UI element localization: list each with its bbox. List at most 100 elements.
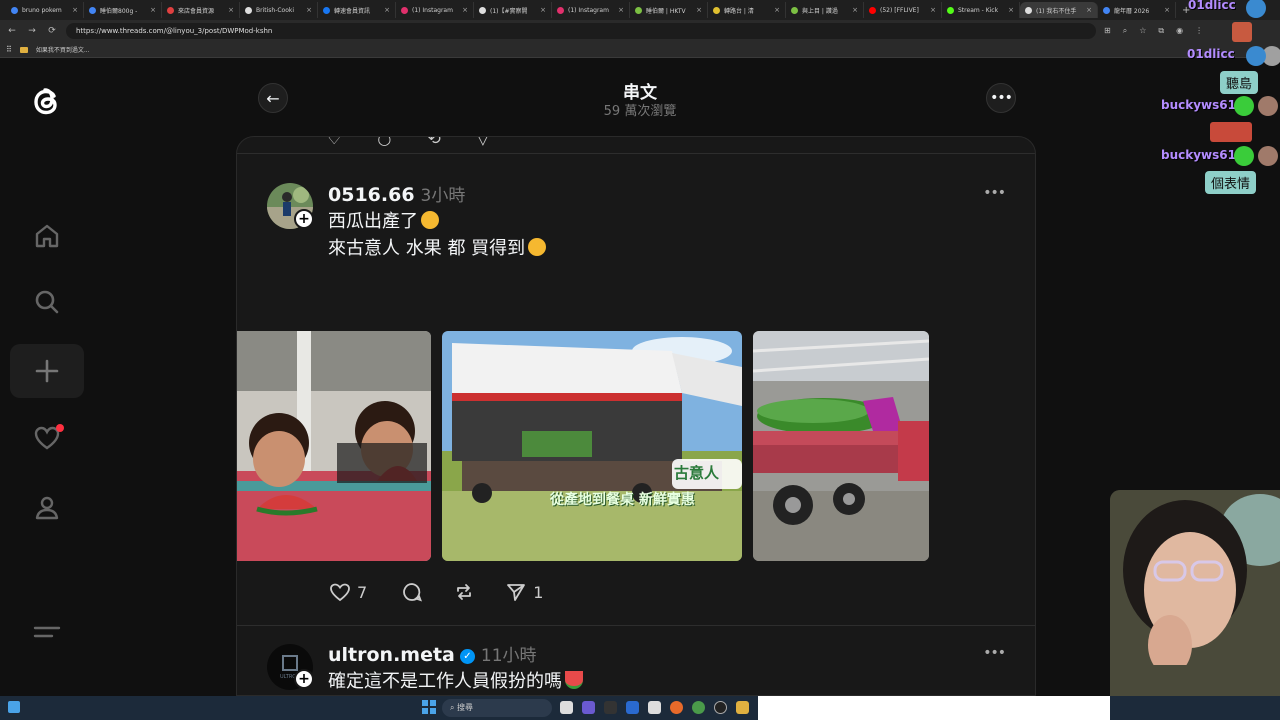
reload-icon[interactable]: ⟳ — [46, 26, 58, 36]
browser-tab[interactable]: 轉速會員資訊 × — [318, 2, 396, 18]
like-button[interactable]: 7 — [329, 581, 367, 603]
search-nav[interactable] — [10, 275, 84, 329]
tab-close-icon[interactable]: × — [540, 6, 546, 14]
create-nav[interactable] — [10, 344, 84, 398]
tab-close-icon[interactable]: × — [1086, 6, 1092, 14]
tab-close-icon[interactable]: × — [852, 6, 858, 14]
chat-badge-icon — [1246, 46, 1266, 66]
bookmark-star-icon[interactable]: ☆ — [1139, 26, 1146, 36]
header-more-button[interactable]: ••• — [986, 83, 1016, 113]
post-author[interactable]: 0516.66 3小時 — [328, 181, 465, 206]
home-nav[interactable] — [10, 209, 84, 263]
task-view-icon[interactable] — [560, 701, 573, 714]
post-more-button[interactable]: ••• — [983, 185, 1006, 201]
like-count: 7 — [357, 582, 368, 602]
chrome-icon[interactable] — [692, 701, 705, 714]
firefox-icon[interactable] — [670, 701, 683, 714]
obs-icon[interactable] — [604, 701, 617, 714]
tab-close-icon[interactable]: × — [150, 6, 156, 14]
address-bar-row: ← → ⟳ https://www.threads.com/@linyou_3/… — [0, 20, 1280, 42]
post-author[interactable]: ultron.meta ✓ 11小時 — [328, 641, 537, 666]
tab-favicon-icon — [11, 6, 18, 14]
tab-favicon-icon — [557, 6, 564, 14]
browser-tab[interactable]: (1)【#實察開 × — [474, 2, 552, 18]
steam-icon[interactable] — [626, 701, 639, 714]
browser-tab[interactable]: British-Cooki × — [240, 2, 318, 18]
apps-grid-icon[interactable]: ⠿ — [6, 45, 12, 54]
url-field[interactable]: https://www.threads.com/@linyou_3/post/D… — [66, 23, 1096, 39]
tab-favicon-icon — [323, 6, 330, 14]
tab-close-icon[interactable]: × — [72, 6, 78, 14]
follow-plus-icon[interactable]: + — [294, 669, 314, 689]
chat-emote-icon — [1210, 122, 1252, 142]
start-windows-icon[interactable] — [422, 700, 436, 714]
browser-tab[interactable]: (1) 我右不住手 × — [1020, 2, 1098, 18]
zoom-icon[interactable]: ⌕ — [1123, 26, 1127, 36]
browser-tab[interactable]: (1) Instagram × — [396, 2, 474, 18]
browser-tab[interactable]: bruno pokem × — [6, 2, 84, 18]
search-placeholder: 搜尋 — [457, 703, 474, 712]
follow-plus-icon[interactable]: + — [294, 209, 314, 229]
install-icon[interactable]: ⊞ — [1104, 26, 1111, 36]
back-arrow-icon[interactable]: ← — [6, 26, 18, 36]
repost-button[interactable] — [453, 581, 475, 603]
file-explorer-icon[interactable] — [736, 701, 749, 714]
files-icon[interactable] — [648, 701, 661, 714]
username[interactable]: 0516.66 — [328, 184, 415, 206]
chat-username: 01dlicc — [1188, 0, 1236, 12]
tab-close-icon[interactable]: × — [306, 6, 312, 14]
media-caption: 從產地到餐桌 新鮮實惠 — [550, 492, 695, 508]
post-more-button[interactable]: ••• — [983, 645, 1006, 661]
widgets-icon[interactable] — [8, 701, 20, 713]
folder-icon — [19, 46, 28, 53]
activity-nav[interactable] — [10, 411, 84, 465]
browser-tab[interactable]: Stream - Kick × — [942, 2, 1020, 18]
taskbar-search-input[interactable]: ⌕ 搜尋 — [442, 699, 552, 717]
stream-chat-overlay: 01dlicc 01dlicc 聽島 buckyws615 buckyws615… — [1150, 0, 1280, 200]
boys-eating-watermelon-photo[interactable] — [237, 331, 431, 561]
browser-tab[interactable]: 轉路台 | 清 × — [708, 2, 786, 18]
tab-close-icon[interactable]: × — [462, 6, 468, 14]
tab-close-icon[interactable]: × — [696, 6, 702, 14]
tab-label: (52) [FFLIVE] — [880, 6, 919, 14]
tab-close-icon[interactable]: × — [228, 6, 234, 14]
repost-icon[interactable]: ⟲ — [427, 137, 440, 148]
share-icon[interactable]: ▽ — [477, 137, 489, 148]
browser-tab[interactable]: 睡伯爾800g - × — [84, 2, 162, 18]
bookmark-item[interactable]: 如果我不買到過文... — [36, 45, 90, 54]
profile-nav[interactable] — [10, 481, 84, 535]
browser-tab[interactable]: 睡伯爾 | HKTV × — [630, 2, 708, 18]
browser-tab[interactable]: 來店會員資源 × — [162, 2, 240, 18]
share-button[interactable]: 1 — [505, 581, 543, 603]
teams-icon[interactable] — [582, 701, 595, 714]
tab-label: 睡伯爾 | HKTV — [646, 7, 686, 15]
tab-close-icon[interactable]: × — [930, 6, 936, 14]
reply-button[interactable] — [401, 581, 423, 603]
tab-close-icon[interactable]: × — [384, 6, 390, 14]
chat-avatar-icon — [1258, 146, 1278, 166]
watermelon-truck-photo[interactable] — [753, 331, 929, 561]
forward-arrow-icon[interactable]: → — [26, 26, 38, 36]
browser-tab[interactable]: (52) [FFLIVE] × — [864, 2, 942, 18]
tab-close-icon[interactable]: × — [618, 6, 624, 14]
post-line: 西瓜出產了 — [328, 211, 418, 232]
like-icon[interactable]: ♡ — [327, 137, 341, 148]
fruit-truck-field-photo[interactable]: 古意人 從產地到餐桌 新鮮實惠 — [442, 331, 742, 561]
chat-badge-icon — [1246, 0, 1266, 18]
tab-label: 與上目 | 讚過 — [802, 7, 838, 15]
menu-nav[interactable] — [10, 605, 84, 659]
app-icon[interactable] — [714, 701, 727, 714]
browser-tab[interactable]: (1) Instagram × — [552, 2, 630, 18]
tab-close-icon[interactable]: × — [1008, 6, 1014, 14]
reply-icon[interactable]: ○ — [377, 137, 391, 148]
tab-label: 轉速會員資訊 — [334, 7, 371, 15]
divider — [237, 625, 1035, 626]
brand-watermark: 古意人 — [674, 464, 720, 482]
tab-label: 來店會員資源 — [178, 7, 215, 15]
threads-logo-icon[interactable] — [28, 83, 66, 121]
tab-close-icon[interactable]: × — [774, 6, 780, 14]
chat-message: 個表情 — [1205, 171, 1257, 194]
browser-tab[interactable]: 與上目 | 讚過 × — [786, 2, 864, 18]
heart-eyes-emoji-icon — [421, 211, 439, 229]
username[interactable]: ultron.meta — [328, 644, 455, 666]
